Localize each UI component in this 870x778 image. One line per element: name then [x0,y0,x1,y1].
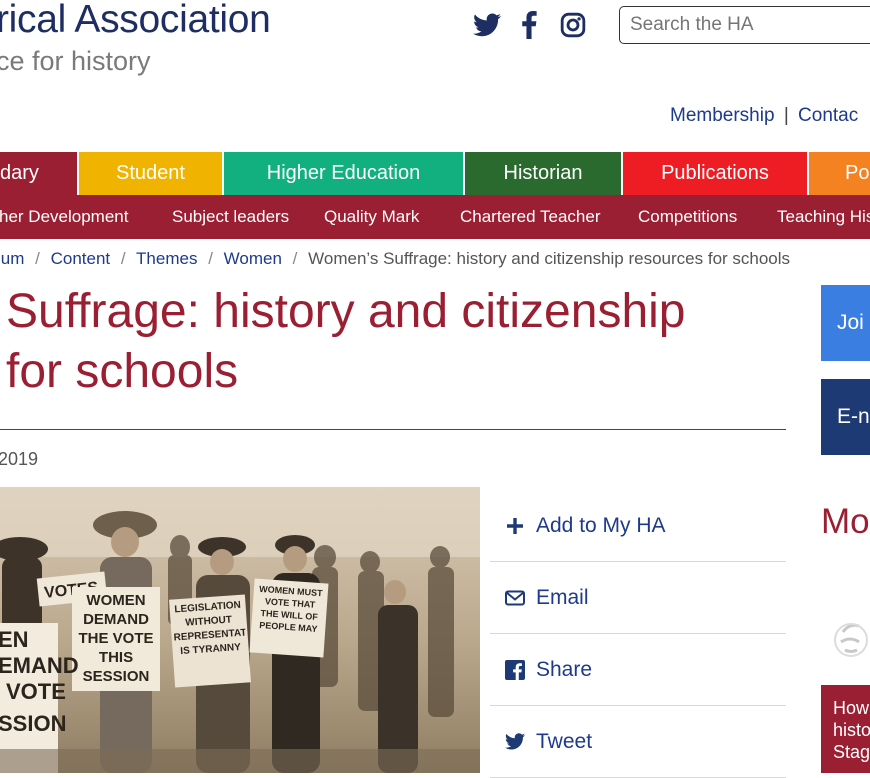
tab-policy[interactable]: Po [809,152,870,195]
subnav-teaching-history[interactable]: Teaching His [777,195,870,239]
suffragette-photo: VOTES WOMEN DEMAND THE VOTE THIS SESSION… [0,487,480,773]
share-button[interactable]: Share [490,634,786,706]
email-button[interactable]: Email [490,562,786,634]
plus-icon [504,515,526,537]
more-heading: Mo [821,502,870,541]
tab-higher-education[interactable]: Higher Education [224,152,465,195]
title-divider [0,429,786,430]
add-to-my-ha-label: Add to My HA [536,513,666,537]
breadcrumb-current: Women’s Suffrage: history and citizenshi… [308,249,791,268]
placard-demand: WOMEN DEMAND THE VOTE THIS SESSION [78,592,154,685]
subnav-teacher-development[interactable]: her Development [0,195,128,239]
related-article-card[interactable]: How histo Stag [821,685,870,773]
top-links-separator: | [783,105,789,126]
facebook-link[interactable] [514,8,544,42]
facebook-icon [522,11,537,39]
subnav-subject-leaders[interactable]: Subject leaders [172,195,289,239]
twitter-link[interactable] [470,8,504,42]
page-title-line1: Suffrage: history and citizenship [6,285,686,338]
membership-link[interactable]: Membership [670,105,775,126]
page-title: Suffrage: history and citizenship for sc… [6,282,796,402]
placard-legislation: LEGISLATION WITHOUT REPRESENTATION IS TY… [173,599,249,658]
top-links: Membership | Contac [670,105,858,127]
logo-tagline: ce for history [0,46,151,76]
breadcrumb-women[interactable]: Women [224,249,282,268]
breadcrumb-separator: / [35,249,40,268]
breadcrumb-themes[interactable]: Themes [136,249,197,268]
twitter-icon [473,13,501,37]
logo-title[interactable]: rical Association [0,0,271,42]
search-input[interactable] [619,6,870,44]
tweet-label: Tweet [536,729,593,753]
facebook-icon [504,659,526,681]
enews-button[interactable]: E-n [821,379,870,455]
breadcrumb-content[interactable]: Content [51,249,111,268]
placard-will-of-people: WOMEN MUST VOTE THAT THE WILL OF PEOPLE … [258,583,323,634]
instagram-icon [560,12,586,38]
subnav-competitions[interactable]: Competitions [638,195,737,239]
tab-historian[interactable]: Historian [465,152,623,195]
placard-left-line1: EN [0,627,29,652]
tab-secondary[interactable]: dary [0,152,79,195]
placard-left-line3: VOTE [6,679,66,704]
share-label: Share [536,657,593,681]
add-to-my-ha-button[interactable]: Add to My HA [490,490,786,562]
publish-date: 2019 [0,449,39,469]
twitter-icon [504,731,526,753]
main-nav: dary Student Higher Education Historian … [0,152,870,195]
tweet-button[interactable]: Tweet [490,706,786,778]
breadcrumb-separator: / [292,249,298,268]
share-actions: Add to My HA Email Share Tweet [490,490,786,778]
related-thumbnail[interactable] [821,592,870,682]
join-button[interactable]: Joi [821,285,870,361]
placard-left-line4: SSION [0,711,66,736]
tab-publications[interactable]: Publications [623,152,809,195]
tab-student[interactable]: Student [79,152,224,195]
contact-link[interactable]: Contac [798,105,858,126]
sub-nav: her Development Subject leaders Quality … [0,195,870,239]
breadcrumb-separator: / [120,249,126,268]
email-label: Email [536,585,589,609]
breadcrumb-separator: / [208,249,213,268]
placard-left-line2: EMAND [0,653,79,678]
instagram-link[interactable] [558,8,588,42]
subnav-quality-mark[interactable]: Quality Mark [324,195,419,239]
subnav-chartered-teacher[interactable]: Chartered Teacher [460,195,601,239]
envelope-icon [504,587,526,609]
breadcrumb-curriculum[interactable]: lum [0,249,24,268]
page-title-line2: for schools [6,345,239,398]
breadcrumb: lum / Content / Themes / Women / Women’s… [0,249,790,269]
